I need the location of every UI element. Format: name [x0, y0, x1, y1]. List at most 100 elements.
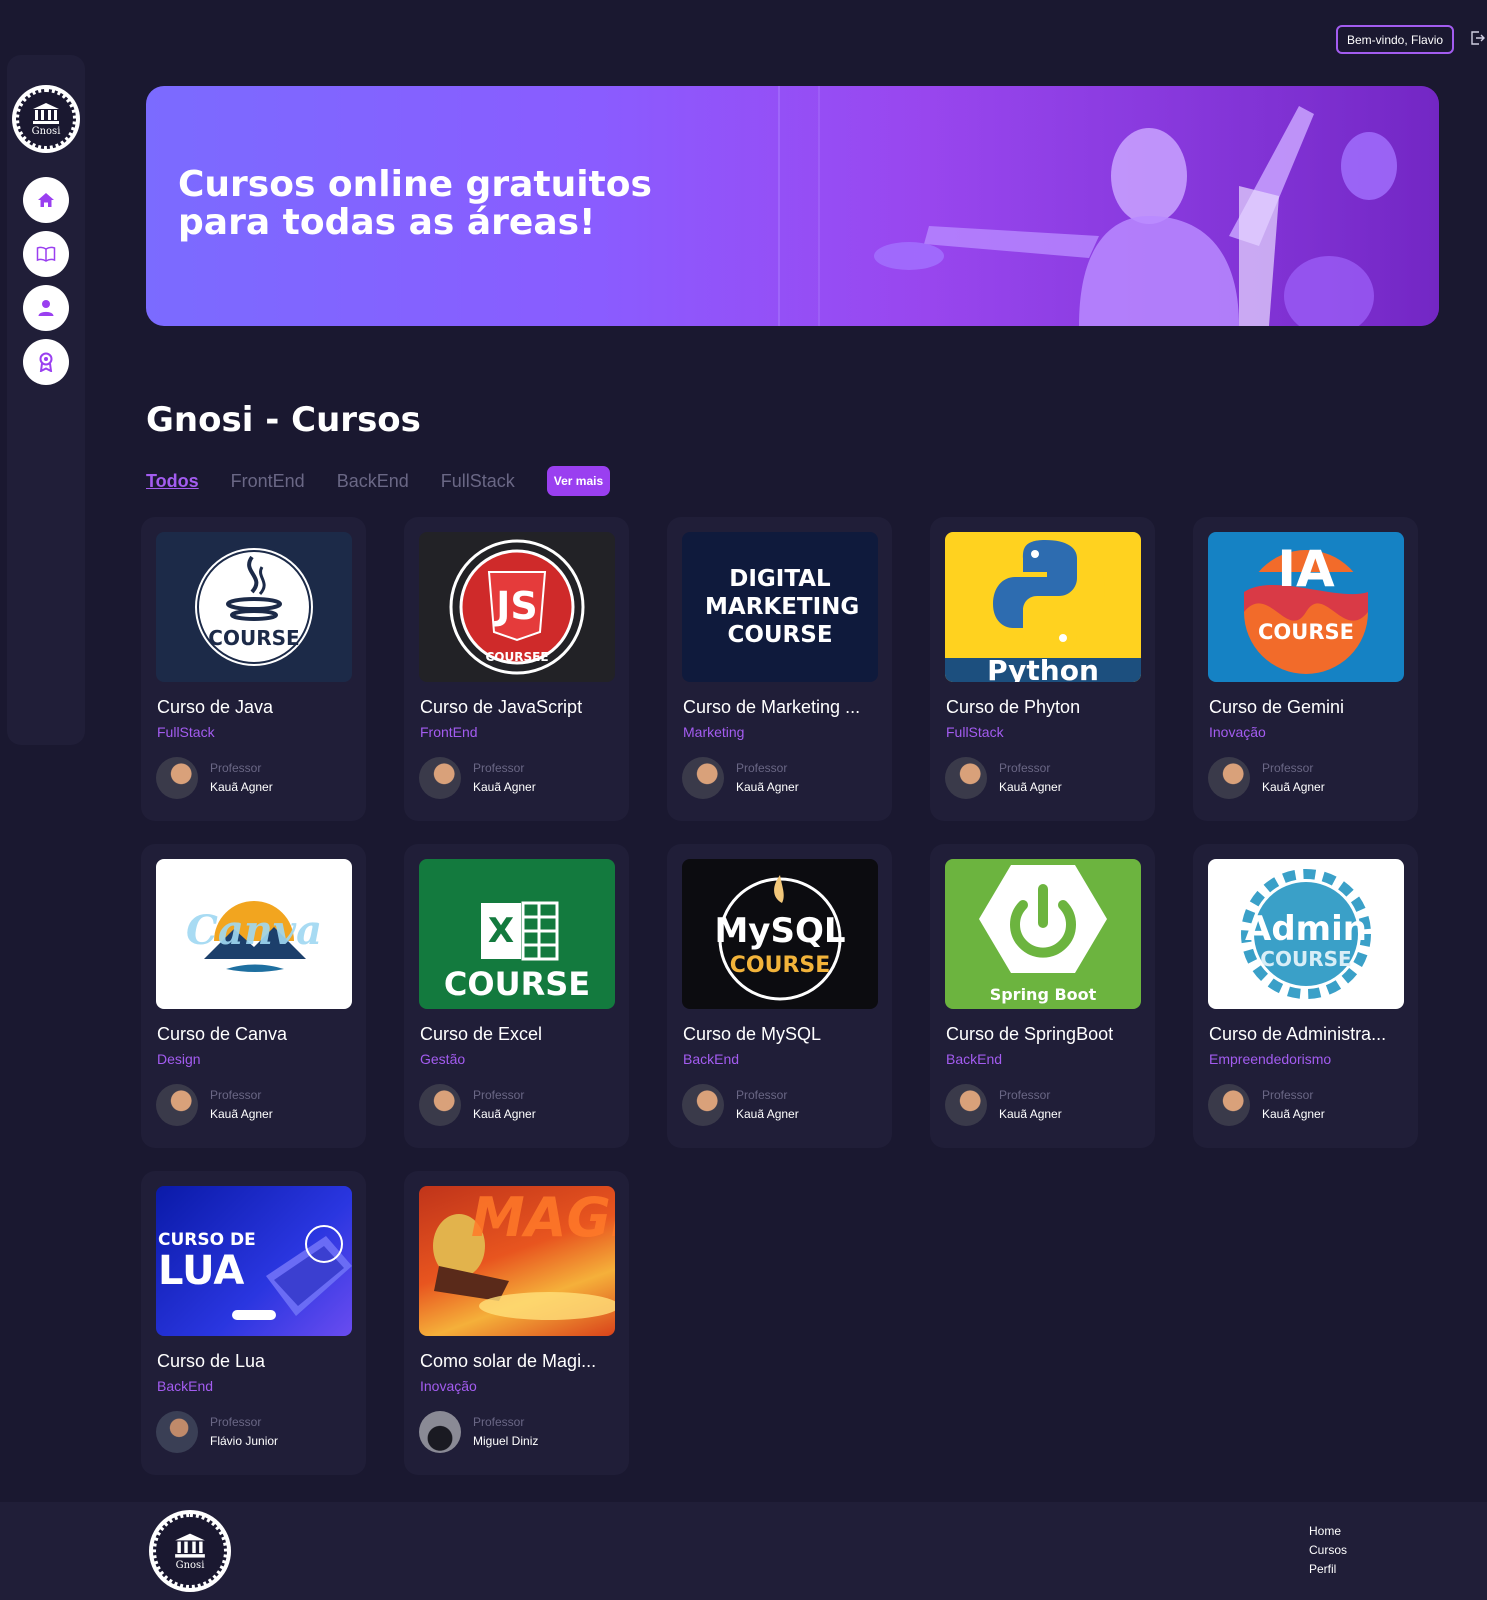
footer-nav: Home Cursos Perfil	[1309, 1524, 1347, 1576]
thumb-label: IA	[1277, 540, 1335, 598]
professor-name: Kauã Agner	[473, 780, 536, 794]
course-card[interactable]: CURSO DE LUA Curso de Lua BackEnd Profes…	[141, 1171, 366, 1475]
avatar	[156, 1411, 198, 1453]
book-icon	[36, 246, 56, 262]
thumb-sublabel: COURSE	[1260, 947, 1352, 971]
tab-all[interactable]: Todos	[146, 471, 199, 492]
professor-label: Professor	[210, 1088, 262, 1102]
professor-info: Professor Kauã Agner	[945, 1084, 1062, 1126]
course-title: Curso de Marketing ...	[683, 697, 861, 717]
thumb-label: Canva	[186, 907, 322, 954]
professor-name: Kauã Agner	[473, 1107, 536, 1121]
thumb-label: DIGITAL MARKETING COURSE	[705, 566, 860, 648]
professor-info: Professor Kauã Agner	[156, 757, 273, 799]
course-card[interactable]: Python Curso de Phyton FullStack Profess…	[930, 517, 1155, 821]
course-card[interactable]: IA COURSE Curso de Gemini Inovação Profe…	[1193, 517, 1418, 821]
professor-info: Professor Kauã Agner	[682, 757, 799, 799]
thumb-sublabel: COURSE	[1258, 620, 1354, 644]
course-category: Design	[157, 1051, 201, 1067]
temple-icon	[175, 1533, 205, 1558]
professor-info: Professor Kauã Agner	[682, 1084, 799, 1126]
footer-link-profile[interactable]: Perfil	[1309, 1562, 1347, 1576]
course-thumbnail: DIGITAL MARKETING COURSE	[682, 532, 878, 682]
professor-name: Kauã Agner	[736, 780, 799, 794]
course-thumbnail: Python	[945, 532, 1141, 682]
professor-label: Professor	[473, 761, 525, 775]
course-card[interactable]: Spring Boot Curso de SpringBoot BackEnd …	[930, 844, 1155, 1148]
professor-label: Professor	[210, 1415, 262, 1429]
footer: Gnosi Home Cursos Perfil	[0, 1502, 1487, 1600]
professor-name: Kauã Agner	[999, 1107, 1062, 1121]
avatar	[156, 757, 198, 799]
professor-name: Kauã Agner	[1262, 1107, 1325, 1121]
hero-banner: Cursos online gratuitos para todas as ár…	[146, 86, 1439, 326]
sidebar-item-home[interactable]	[23, 177, 69, 223]
professor-info: Professor Miguel Diniz	[419, 1411, 538, 1453]
professor-name: Kauã Agner	[999, 780, 1062, 794]
thumb-label: Python	[987, 654, 1099, 682]
sidebar-item-courses[interactable]	[23, 231, 69, 277]
avatar	[156, 1084, 198, 1126]
avatar	[419, 1411, 461, 1453]
professor-label: Professor	[736, 761, 788, 775]
course-title: Curso de JavaScript	[420, 697, 583, 717]
avatar	[1208, 757, 1250, 799]
avatar	[945, 1084, 987, 1126]
course-card[interactable]: X COURSE Curso de Excel Gestão Professor…	[404, 844, 629, 1148]
see-more-button[interactable]: Ver mais	[546, 466, 611, 496]
course-category: FullStack	[157, 724, 215, 740]
course-thumbnail: CURSO DE LUA	[156, 1186, 352, 1336]
course-card[interactable]: Admin COURSE Curso de Administra... Empr…	[1193, 844, 1418, 1148]
footer-link-home[interactable]: Home	[1309, 1524, 1347, 1538]
tab-fullstack[interactable]: FullStack	[441, 471, 515, 492]
thumb-label: JS	[496, 584, 538, 628]
temple-icon	[33, 102, 59, 124]
professor-info: Professor Kauã Agner	[419, 1084, 536, 1126]
user-icon	[38, 300, 54, 316]
footer-logo[interactable]: Gnosi	[149, 1510, 231, 1592]
course-category: FrontEnd	[420, 724, 478, 740]
sidebar-item-certificates[interactable]	[23, 339, 69, 385]
course-card[interactable]: MySQL COURSE Curso de MySQL BackEnd Prof…	[667, 844, 892, 1148]
footer-link-courses[interactable]: Cursos	[1309, 1543, 1347, 1557]
course-category: Marketing	[683, 724, 745, 740]
course-thumbnail: MySQL COURSE	[682, 859, 878, 1009]
java-logo-icon	[193, 546, 315, 668]
course-title: Curso de Java	[157, 697, 274, 717]
course-title: Curso de SpringBoot	[946, 1024, 1114, 1044]
course-title: Curso de Phyton	[946, 697, 1081, 717]
course-thumbnail: COURSE	[156, 532, 352, 682]
professor-label: Professor	[1262, 1088, 1314, 1102]
tab-backend[interactable]: BackEnd	[337, 471, 409, 492]
tab-frontend[interactable]: FrontEnd	[231, 471, 305, 492]
course-thumbnail: Canva	[156, 859, 352, 1009]
home-icon	[38, 193, 54, 207]
sidebar-item-profile[interactable]	[23, 285, 69, 331]
avatar	[945, 757, 987, 799]
professor-label: Professor	[736, 1088, 788, 1102]
course-card[interactable]: MAGI Como solar de Magi... Inovação Prof…	[404, 1171, 629, 1475]
avatar	[419, 757, 461, 799]
thumb-label: COURSE	[208, 626, 300, 650]
course-thumbnail: X COURSE	[419, 859, 615, 1009]
avatar	[1208, 1084, 1250, 1126]
page-title: Gnosi - Cursos	[146, 400, 421, 440]
course-card[interactable]: Canva Curso de Canva Design Professor Ka…	[141, 844, 366, 1148]
course-thumbnail: IA COURSE	[1208, 532, 1404, 682]
logout-icon[interactable]	[1471, 31, 1485, 45]
course-category: Inovação	[420, 1378, 477, 1394]
professor-name: Kauã Agner	[1262, 780, 1325, 794]
course-grid: COURSE Curso de Java FullStack Professor…	[141, 517, 1418, 1475]
course-category: Empreendedorismo	[1209, 1051, 1332, 1067]
thumb-label: Admin	[1245, 909, 1367, 949]
course-card[interactable]: COURSE Curso de Java FullStack Professor…	[141, 517, 366, 821]
course-title: Curso de Excel	[420, 1024, 543, 1044]
course-card[interactable]: DIGITAL MARKETING COURSE Curso de Market…	[667, 517, 892, 821]
professor-label: Professor	[473, 1415, 525, 1429]
professor-name: Kauã Agner	[210, 1107, 273, 1121]
course-category: FullStack	[946, 724, 1004, 740]
course-card[interactable]: JS COURSEE Curso de JavaScript FrontEnd …	[404, 517, 629, 821]
welcome-badge[interactable]: Bem-vindo, Flavio	[1336, 25, 1455, 54]
thumb-label: MAGI	[471, 1186, 615, 1249]
brand-logo[interactable]: Gnosi	[12, 85, 80, 153]
